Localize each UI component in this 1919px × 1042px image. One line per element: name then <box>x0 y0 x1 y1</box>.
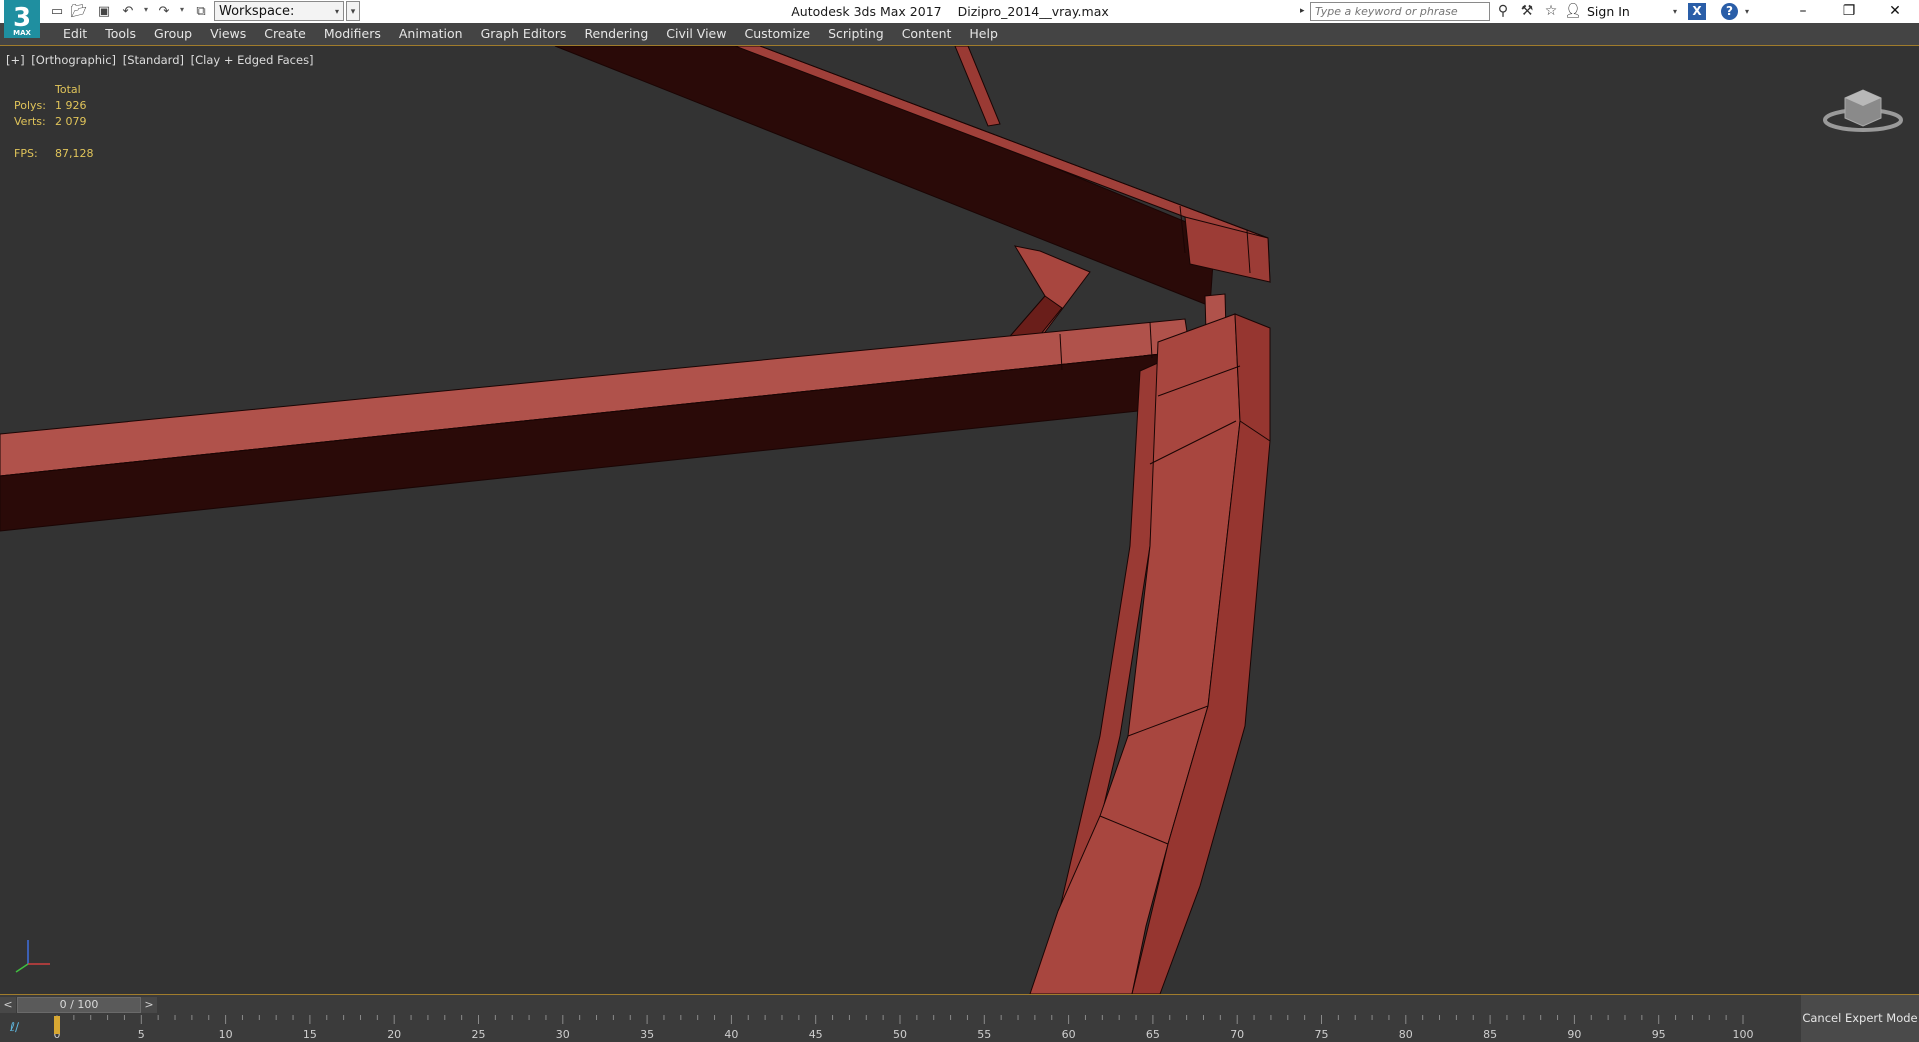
redo-icon[interactable]: ↷ <box>155 3 173 20</box>
time-slider-prev-button[interactable]: < <box>0 997 16 1013</box>
app-logo-sub: MAX <box>13 29 31 37</box>
undo-dropdown-icon[interactable]: ▾ <box>144 5 148 14</box>
menu-help[interactable]: Help <box>960 23 1007 45</box>
axis-tripod-icon <box>15 940 50 973</box>
verts-value: 2 079 <box>55 115 87 128</box>
verts-label: Verts: <box>14 115 46 128</box>
polys-value: 1 926 <box>55 99 87 112</box>
menu-tools[interactable]: Tools <box>96 23 145 45</box>
exchange-apps-icon[interactable]: X <box>1688 3 1706 20</box>
time-slider[interactable]: < 0 / 100 > <box>0 996 1800 1014</box>
title-bar: 3 MAX ▭ 📂︎ ▣ ↶ ▾ ↷ ▾ ⧉ Workspace: Defaul… <box>0 0 1919 39</box>
track-bar[interactable]: ℓ∕ 0 5 10 15 20 25 30 35 40 45 50 55 60 65 70 75 80 85 90 9… <box>0 1015 1800 1042</box>
ruler-label: 15 <box>303 1028 317 1041</box>
help-icon[interactable]: ? <box>1721 3 1738 20</box>
ruler-label: 5 <box>138 1028 145 1041</box>
ruler-label: 55 <box>977 1028 991 1041</box>
viewport-general-menu[interactable]: [+] <box>6 53 25 67</box>
cancel-expert-mode-button[interactable]: Cancel Expert Mode <box>1801 995 1919 1042</box>
search-expand-icon[interactable]: ▸ <box>1300 6 1305 16</box>
stats-header: Total <box>55 83 81 96</box>
quick-access-customize-icon[interactable]: ▾ <box>346 1 360 21</box>
redo-dropdown-icon[interactable]: ▾ <box>180 5 184 14</box>
menu-group[interactable]: Group <box>145 23 201 45</box>
restore-button[interactable]: ❐ <box>1826 0 1872 23</box>
chevron-down-icon: ▾ <box>334 7 339 16</box>
ruler-label: 70 <box>1230 1028 1244 1041</box>
menu-rendering[interactable]: Rendering <box>575 23 657 45</box>
sign-in-button[interactable]: Sign In <box>1587 0 1630 23</box>
favorites-star-icon[interactable]: ☆ <box>1541 3 1561 20</box>
ruler-label: 50 <box>893 1028 907 1041</box>
ruler-label: 85 <box>1483 1028 1497 1041</box>
ruler-label: 80 <box>1399 1028 1413 1041</box>
user-icon: 👤︎ <box>1564 3 1582 19</box>
menu-list: Edit Tools Group Views Create Modifiers Animat… <box>54 23 1007 45</box>
new-file-icon[interactable]: ▭ <box>48 3 66 20</box>
time-slider-next-button[interactable]: > <box>141 997 157 1013</box>
app-title: Autodesk 3ds Max 2017 <box>791 4 942 19</box>
viewport-shading-menu[interactable]: [Clay + Edged Faces] <box>191 53 314 67</box>
ruler-label: 60 <box>1062 1028 1076 1041</box>
project-folder-icon[interactable]: ⧉ <box>192 3 210 20</box>
scene-geometry[interactable] <box>0 46 1919 994</box>
menu-edit[interactable]: Edit <box>54 23 96 45</box>
viewport-orthographic[interactable]: [+] [Orthographic] [Standard] [Clay + Ed… <box>0 46 1919 994</box>
ruler-label: 95 <box>1652 1028 1666 1041</box>
ruler-label: 30 <box>556 1028 570 1041</box>
undo-icon[interactable]: ↶ <box>119 3 137 20</box>
menu-views[interactable]: Views <box>201 23 255 45</box>
viewport-point-of-view-menu[interactable]: [Orthographic] <box>31 53 116 67</box>
close-button[interactable]: ✕ <box>1872 0 1918 23</box>
menu-animation[interactable]: Animation <box>390 23 472 45</box>
ruler-label: 40 <box>724 1028 738 1041</box>
viewport-standard-menu[interactable]: [Standard] <box>123 53 184 67</box>
ruler-label: 10 <box>219 1028 233 1041</box>
ruler-label: 25 <box>472 1028 486 1041</box>
sign-in-dropdown-icon[interactable]: ▾ <box>1673 7 1677 16</box>
fps-value: 87,128 <box>55 147 94 160</box>
polys-label: Polys: <box>14 99 46 112</box>
timeline-panel: < 0 / 100 > ℓ∕ 0 5 10 15 20 25 30 35 40 45 50 55 60 6… <box>0 994 1919 1042</box>
application-menu-button[interactable]: 3 MAX <box>4 0 40 38</box>
menu-create[interactable]: Create <box>255 23 315 45</box>
menu-bar: Edit Tools Group Views Create Modifiers Animat… <box>0 23 1919 46</box>
menu-customize[interactable]: Customize <box>735 23 819 45</box>
menu-graph-editors[interactable]: Graph Editors <box>472 23 576 45</box>
time-slider-thumb[interactable]: 0 / 100 <box>17 997 141 1013</box>
menu-scripting[interactable]: Scripting <box>819 23 893 45</box>
viewport-label-menu[interactable]: [+] [Orthographic] [Standard] [Clay + Ed… <box>6 53 317 67</box>
open-file-icon[interactable]: 📂︎ <box>70 3 88 20</box>
ruler-label: 35 <box>640 1028 654 1041</box>
menu-civil-view[interactable]: Civil View <box>657 23 735 45</box>
fps-label: FPS: <box>14 147 38 160</box>
file-name: Dizipro_2014__vray.max <box>957 4 1109 19</box>
viewcube-icon[interactable] <box>1820 76 1906 136</box>
upper-beam-dark[interactable] <box>554 46 1216 307</box>
minimize-button[interactable]: – <box>1780 0 1826 23</box>
search-input[interactable] <box>1310 2 1490 21</box>
ruler-label: 45 <box>809 1028 823 1041</box>
ruler-label: 90 <box>1567 1028 1581 1041</box>
frame-ruler[interactable]: 0 5 10 15 20 25 30 35 40 45 50 55 60 65 70 75 80 85 90 95 10… <box>0 1015 1800 1042</box>
communication-center-icon[interactable]: ⚒ <box>1517 3 1537 20</box>
save-icon[interactable]: ▣ <box>95 3 113 20</box>
strut-top[interactable] <box>954 46 1001 127</box>
menu-content[interactable]: Content <box>893 23 961 45</box>
ruler-label: 75 <box>1315 1028 1329 1041</box>
menu-modifiers[interactable]: Modifiers <box>315 23 390 45</box>
binoculars-icon[interactable]: ⚲ <box>1493 3 1513 20</box>
ruler-label: 65 <box>1146 1028 1160 1041</box>
workspace-dropdown[interactable]: Workspace: Default ▾ <box>214 1 344 39</box>
current-frame-marker[interactable] <box>54 1016 60 1034</box>
ruler-label: 20 <box>387 1028 401 1041</box>
ruler-label: 100 <box>1733 1028 1754 1041</box>
help-dropdown-icon[interactable]: ▾ <box>1745 7 1749 16</box>
